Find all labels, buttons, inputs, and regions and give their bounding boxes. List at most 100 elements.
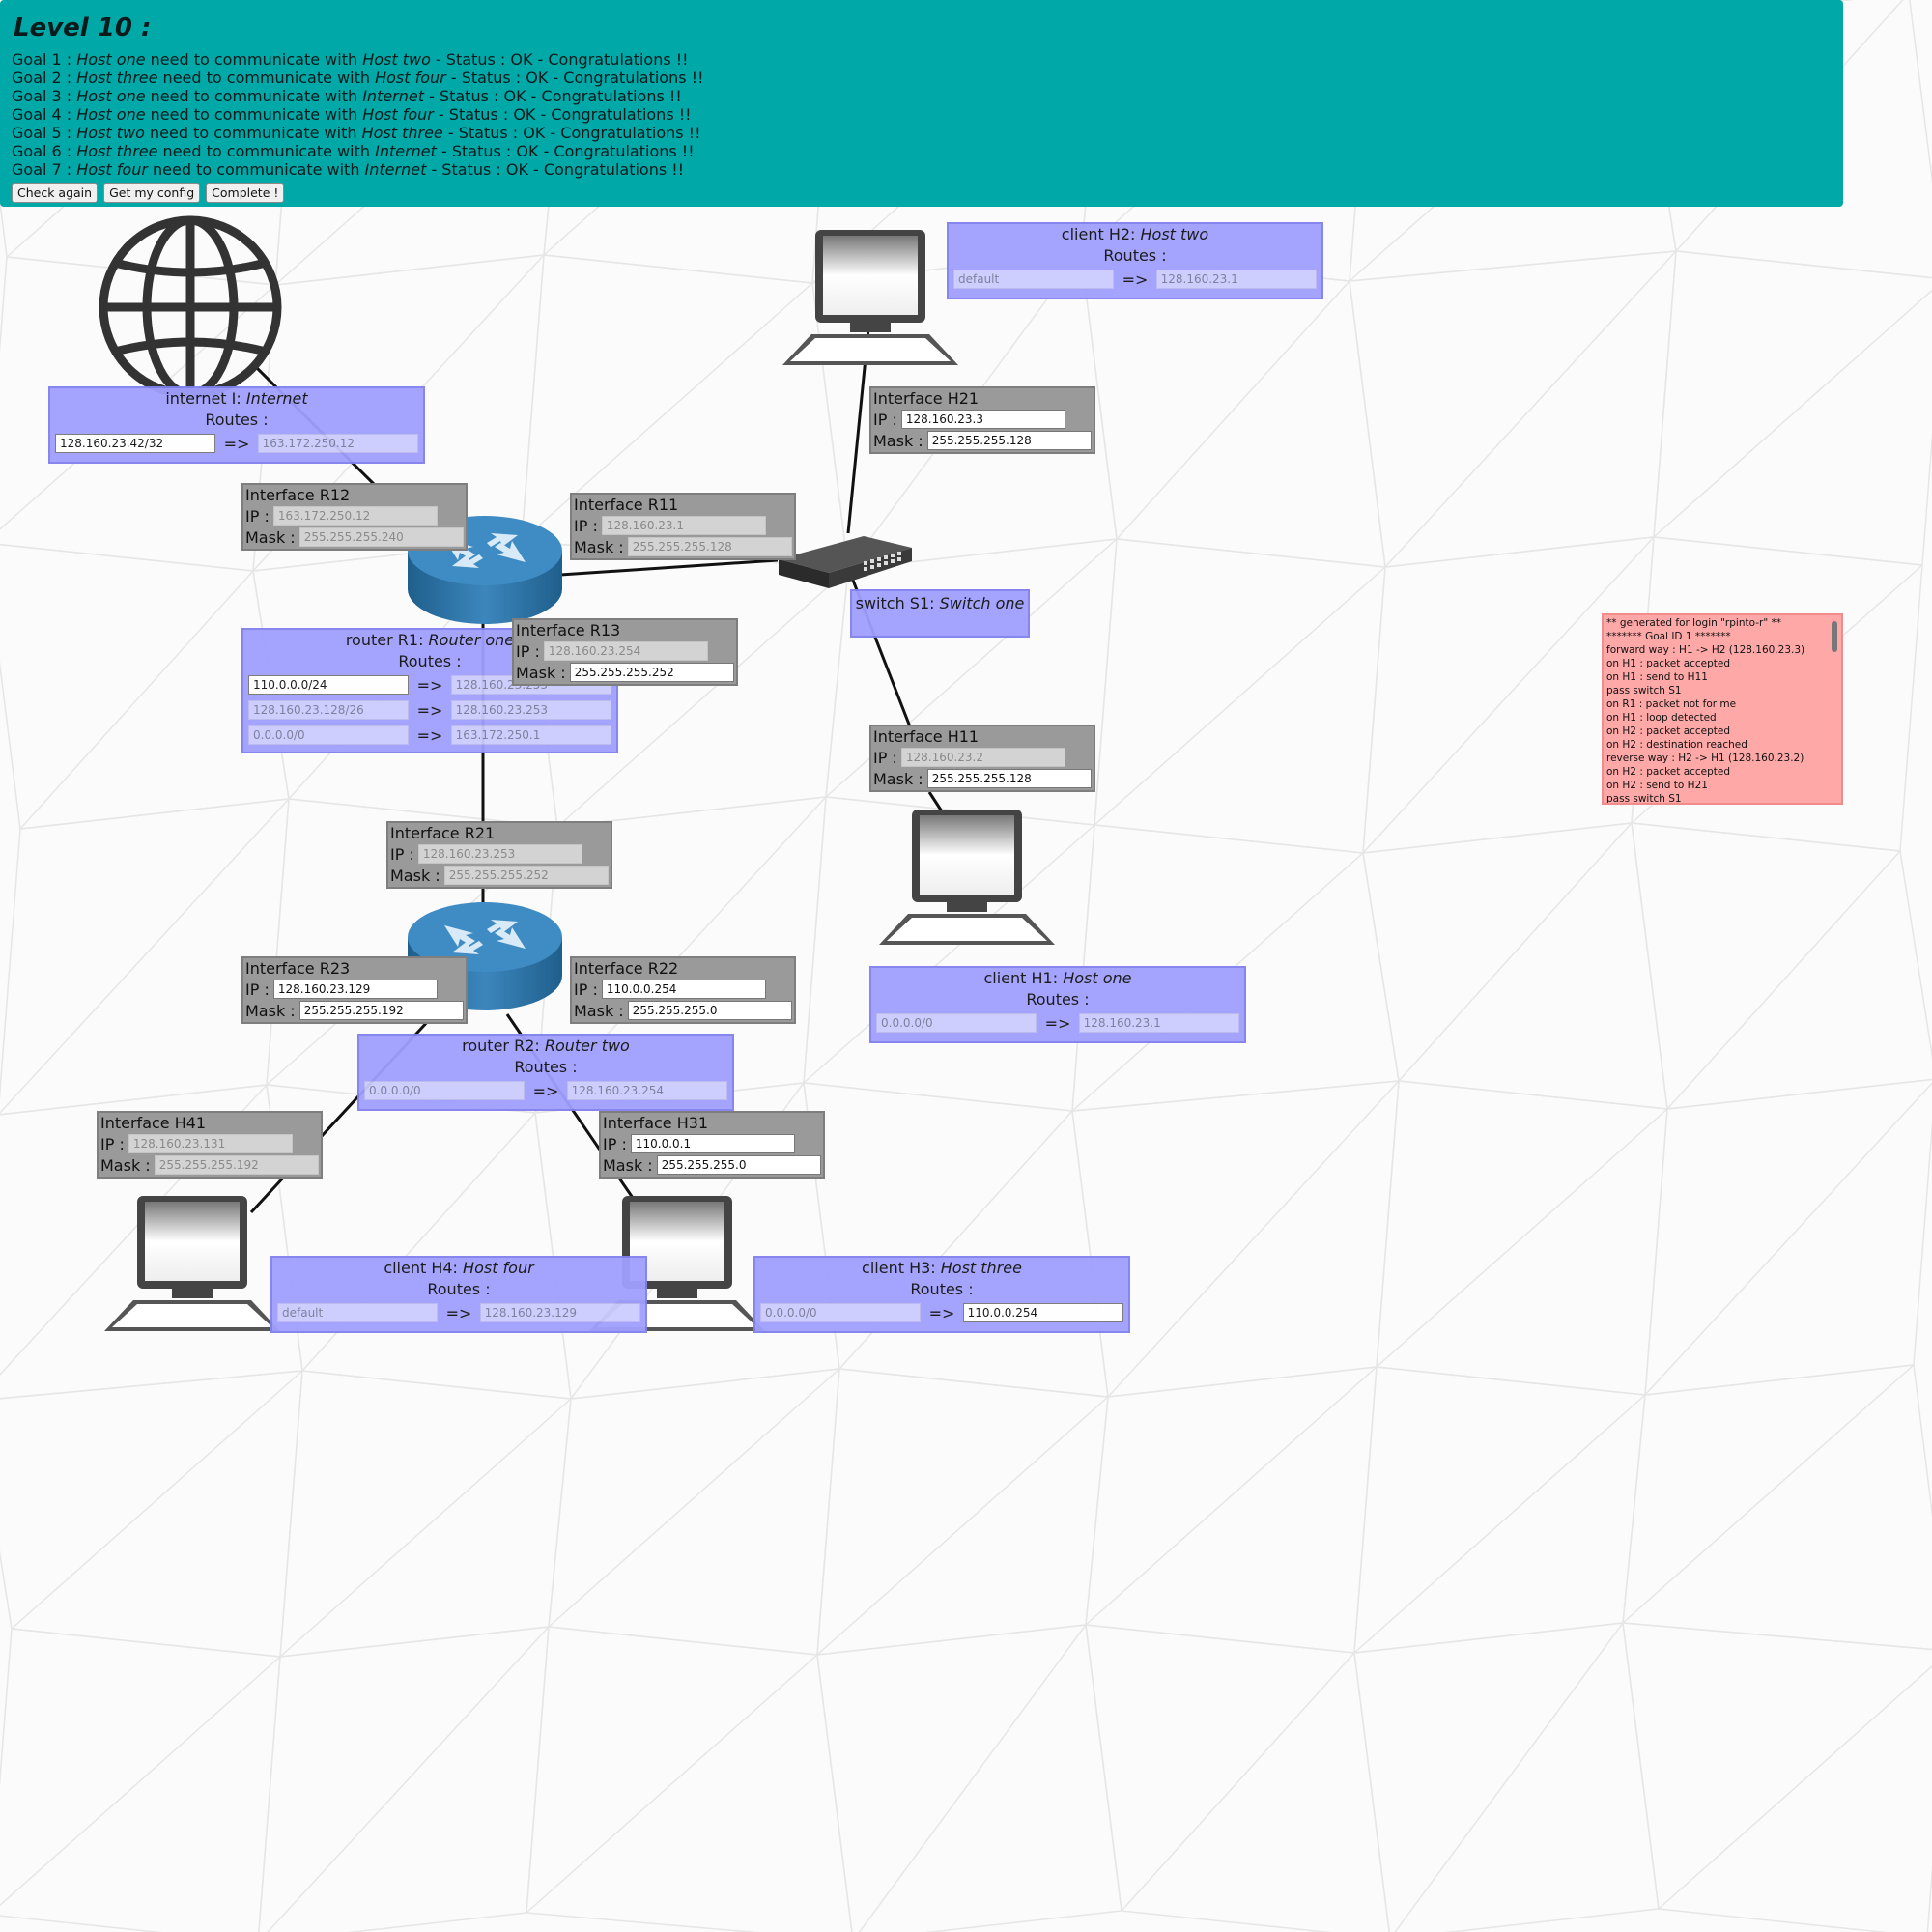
route-destination-input[interactable]: 110.0.0.0/24 (248, 675, 410, 695)
route-arrow: => (416, 675, 443, 695)
interface-title: Interface H11 (873, 727, 980, 746)
interface-r11-panel: Interface R11 IP :128.160.23.1 Mask :255… (570, 493, 796, 560)
mask-label: Mask : (390, 866, 440, 885)
mask-input[interactable]: 255.255.255.192 (298, 1001, 464, 1020)
ip-field: 128.160.23.253 (417, 844, 582, 864)
goal-item: Goal 1 : Host one need to communicate wi… (12, 50, 1832, 69)
complete-button[interactable]: Complete ! (206, 183, 285, 203)
goal-dst: Internet (364, 160, 427, 179)
goal-src: Host two (76, 124, 145, 142)
ip-input[interactable]: 128.160.23.3 (900, 410, 1065, 429)
route-arrow: => (445, 1303, 472, 1322)
switch-s1-panel: switch S1: Switch one (850, 589, 1030, 638)
log-line: on H2 : packet accepted (1606, 766, 1731, 778)
route-destination-input[interactable]: 128.160.23.42/32 (55, 434, 216, 453)
mask-label: Mask : (873, 769, 923, 788)
route-destination-field: default (277, 1303, 439, 1322)
mask-input[interactable]: 255.255.255.0 (656, 1155, 821, 1175)
goal-src: Host one (76, 50, 146, 69)
button-row: Check again Get my config Complete ! (12, 183, 1832, 203)
route-arrow: => (416, 725, 443, 745)
route-arrow: => (416, 700, 443, 720)
goal-item: Goal 6 : Host three need to communicate … (12, 142, 1832, 160)
mask-field: 255.255.255.192 (154, 1155, 319, 1175)
ip-input[interactable]: 110.0.0.1 (630, 1134, 795, 1153)
interface-title: Interface H41 (100, 1114, 207, 1132)
node-type: client H2: (1061, 225, 1141, 243)
log-line: on H1 : send to H11 (1606, 671, 1708, 683)
ip-label: IP : (873, 410, 897, 429)
log-line: ******* Goal ID 1 ******* (1606, 631, 1731, 642)
client-h1-panel: client H1: Host one Routes : 0.0.0.0/0 =… (869, 966, 1246, 1043)
routes-label: Routes : (427, 1280, 491, 1298)
mask-input[interactable]: 255.255.255.128 (926, 769, 1092, 788)
node-name: Host three (940, 1259, 1022, 1277)
goal-status: - Status : OK - Congratulations !! (426, 160, 685, 179)
route-gateway-field: 128.160.23.1 (1078, 1013, 1239, 1033)
route-row: 0.0.0.0/0 => 163.172.250.1 (243, 723, 616, 748)
log-line: forward way : H1 -> H2 (128.160.23.3) (1606, 644, 1805, 656)
interface-r12-panel: Interface R12 IP :163.172.250.12 Mask :2… (242, 483, 468, 551)
mask-field: 255.255.255.240 (298, 527, 464, 547)
goal-mid: need to communicate with (145, 50, 363, 69)
routes-label: Routes : (1103, 246, 1167, 265)
log-line: on H1 : loop detected (1606, 712, 1717, 724)
goal-prefix: Goal 6 : (12, 142, 77, 160)
packet-log-console[interactable]: ** generated for login "rpinto-r" ** ****… (1602, 613, 1843, 805)
node-name: Router one (428, 631, 515, 649)
computer-icon[interactable] (779, 228, 962, 369)
mask-field: 255.255.255.128 (627, 537, 792, 556)
route-gateway-input[interactable]: 110.0.0.254 (962, 1303, 1123, 1322)
ip-input[interactable]: 110.0.0.254 (601, 980, 766, 999)
routes-label: Routes : (514, 1058, 578, 1076)
mask-label: Mask : (100, 1155, 151, 1175)
goal-prefix: Goal 3 : (12, 87, 77, 105)
computer-icon[interactable] (875, 808, 1059, 949)
goal-item: Goal 2 : Host three need to communicate … (12, 69, 1832, 87)
interface-title: Interface H31 (603, 1114, 709, 1132)
route-row: 0.0.0.0/0 => 128.160.23.1 (871, 1010, 1244, 1036)
log-line: on H1 : packet accepted (1606, 658, 1731, 669)
interface-title: Interface R13 (516, 621, 621, 639)
log-line: on H2 : destination reached (1606, 739, 1747, 751)
route-arrow: => (1122, 270, 1149, 289)
node-name: Internet (245, 389, 308, 408)
node-type: router R2: (462, 1037, 545, 1055)
route-row: default => 128.160.23.1 (949, 267, 1321, 292)
get-config-button[interactable]: Get my config (103, 183, 201, 203)
ip-label: IP : (516, 641, 540, 661)
mask-input[interactable]: 255.255.255.252 (569, 663, 734, 682)
goal-mid: need to communicate with (145, 105, 363, 124)
check-again-button[interactable]: Check again (12, 183, 99, 203)
route-destination-field: 0.0.0.0/0 (364, 1081, 526, 1100)
goal-mid: need to communicate with (157, 69, 376, 87)
ip-label: IP : (245, 506, 270, 526)
mask-input[interactable]: 255.255.255.128 (926, 431, 1092, 450)
node-name: Switch one (939, 594, 1025, 612)
client-h2-panel: client H2: Host two Routes : default => … (947, 222, 1323, 299)
mask-input[interactable]: 255.255.255.0 (627, 1001, 792, 1020)
globe-icon[interactable] (96, 213, 285, 402)
goal-prefix: Goal 2 : (12, 69, 77, 87)
ip-input[interactable]: 128.160.23.129 (272, 980, 438, 999)
route-row: 128.160.23.42/32 => 163.172.250.12 (50, 431, 423, 456)
goal-src: Host one (76, 87, 146, 105)
interface-title: Interface H21 (873, 389, 980, 408)
console-scrollbar[interactable] (1832, 621, 1837, 652)
ip-label: IP : (574, 516, 598, 535)
node-name: Router two (544, 1037, 630, 1055)
computer-icon[interactable] (100, 1194, 284, 1335)
node-name: Host two (1140, 225, 1209, 243)
goal-src: Host three (76, 142, 158, 160)
log-line: on R1 : packet not for me (1606, 698, 1737, 710)
ip-field: 128.160.23.2 (900, 748, 1065, 767)
interface-r21-panel: Interface R21 IP :128.160.23.253 Mask :2… (386, 821, 612, 889)
goals-list: Goal 1 : Host one need to communicate wi… (12, 50, 1832, 179)
mask-label: Mask : (516, 663, 566, 682)
interface-r22-panel: Interface R22 IP :110.0.0.254 Mask :255.… (570, 956, 796, 1024)
route-destination-field: default (953, 270, 1115, 289)
goal-mid: need to communicate with (147, 160, 365, 179)
router-r2-panel: router R2: Router two Routes : 0.0.0.0/0… (357, 1034, 734, 1111)
ip-field: 163.172.250.12 (272, 506, 438, 526)
goal-dst: Host four (375, 69, 446, 87)
